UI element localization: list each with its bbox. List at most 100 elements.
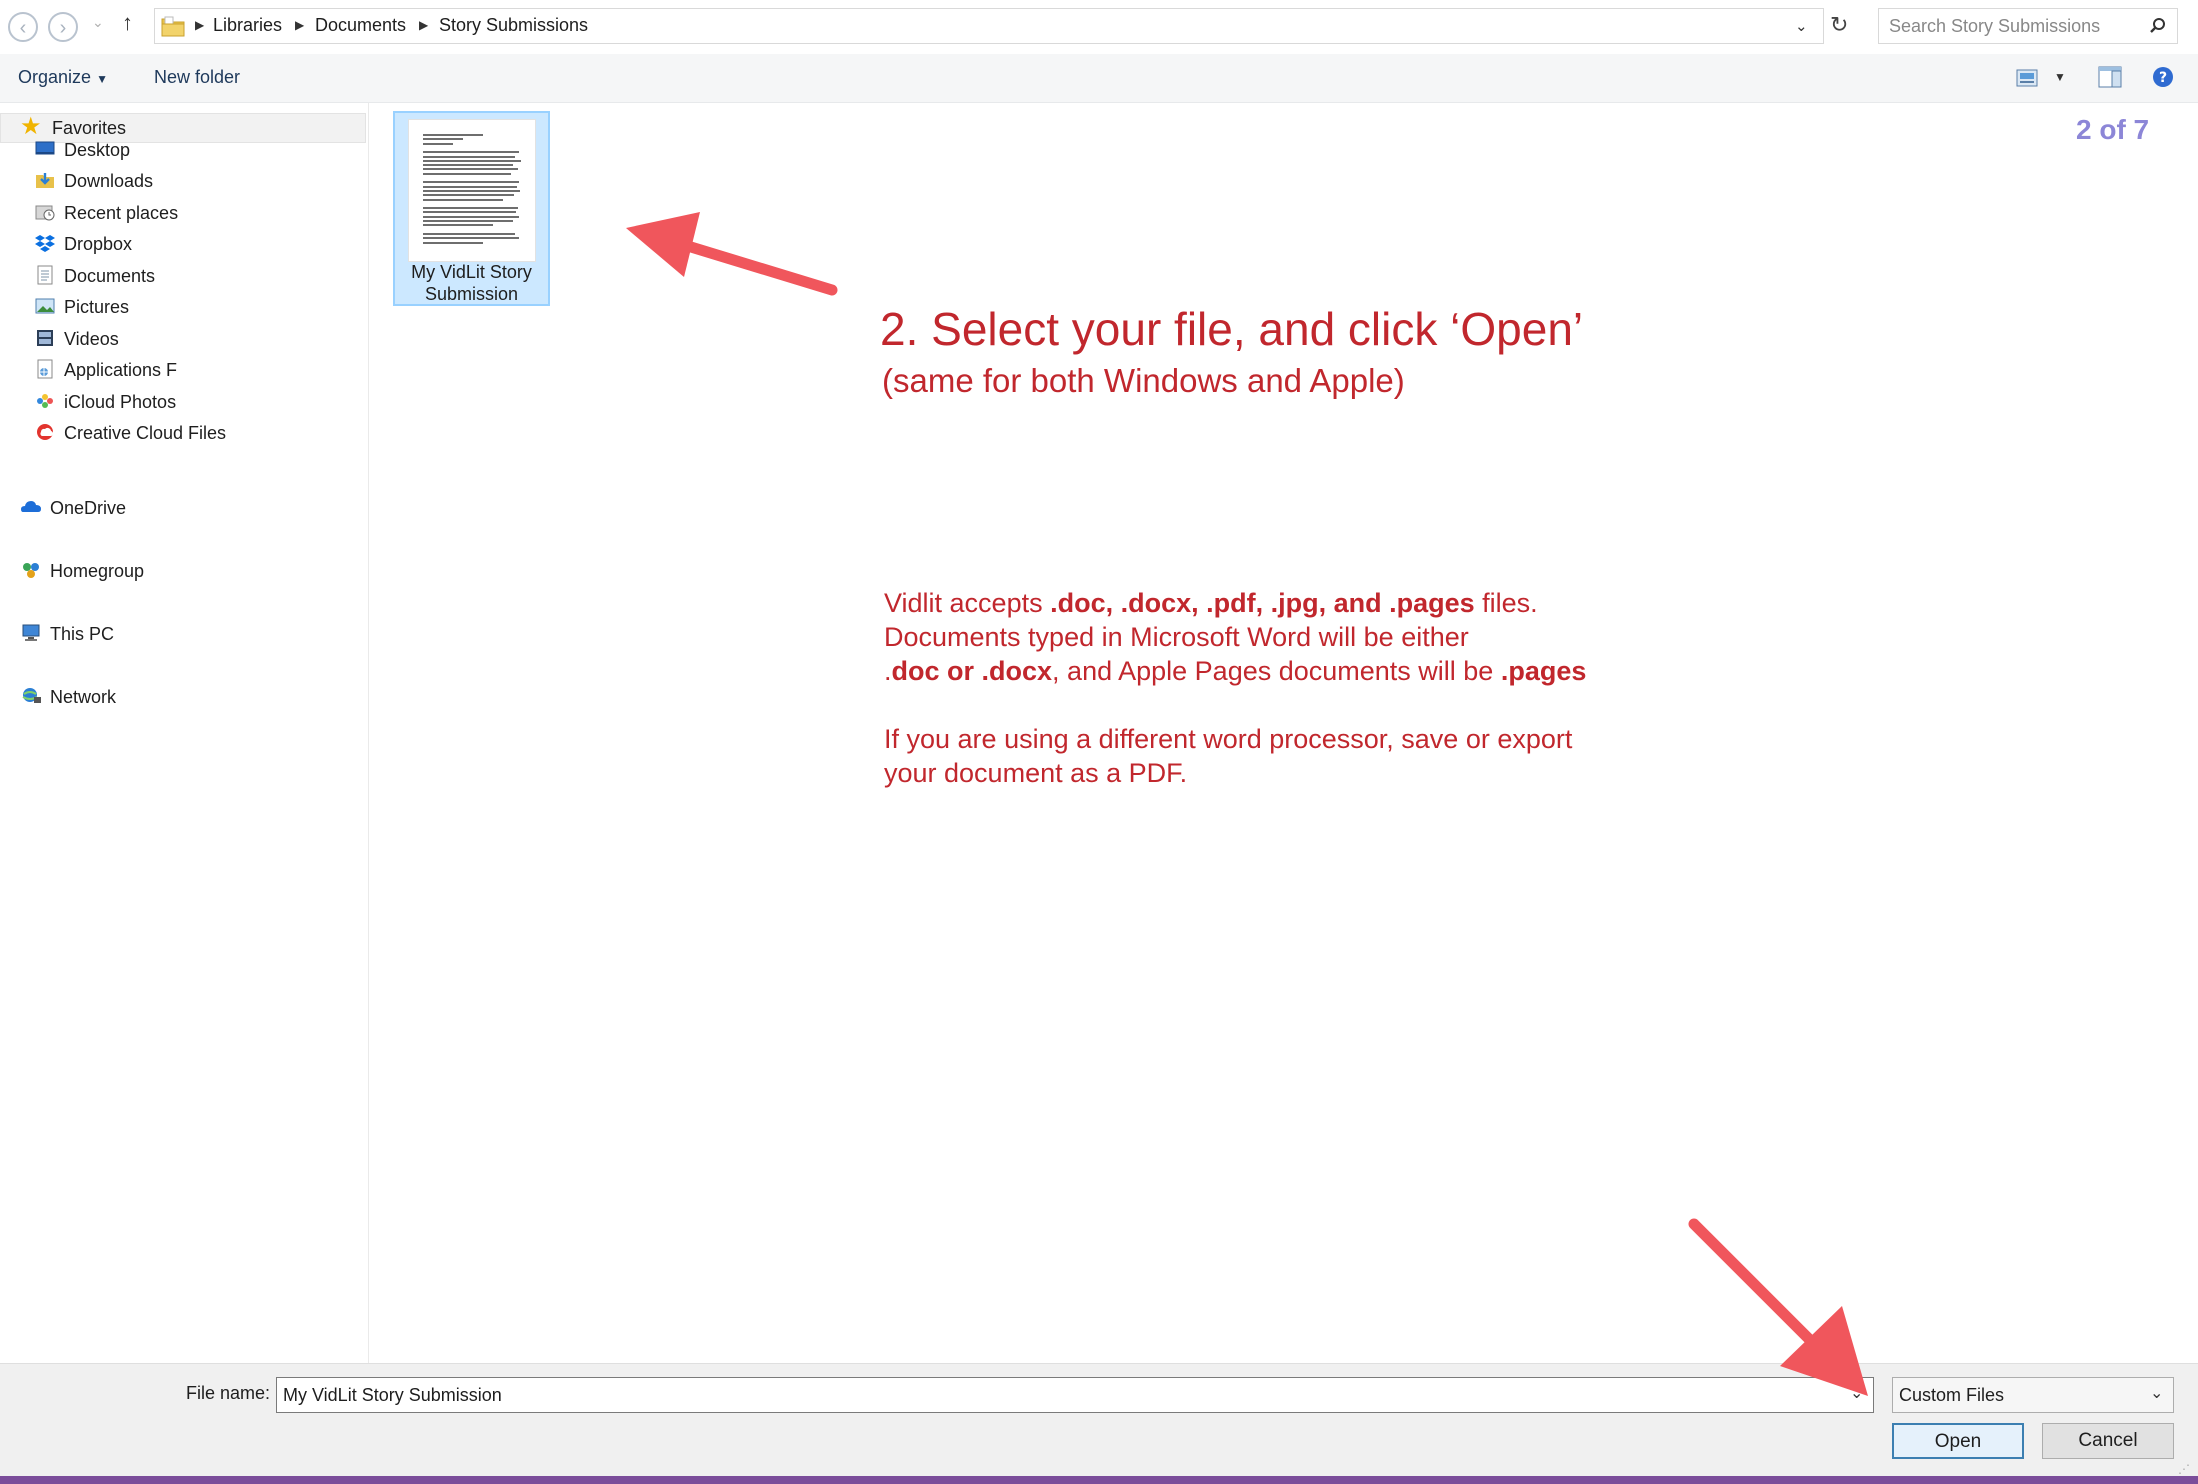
accepted-formats-line: Vidlit accepts .doc, .docx, .pdf, .jpg, … xyxy=(884,586,1784,620)
file-name-input[interactable]: My VidLit Story Submission xyxy=(276,1377,1874,1413)
sidebar-item-dropbox[interactable]: Dropbox xyxy=(34,229,132,259)
thumbnail-text-line xyxy=(423,155,515,158)
thumbnail-text-line xyxy=(423,168,518,171)
thumbnail-text-line xyxy=(423,151,519,154)
other-processor-line: If you are using a different word proces… xyxy=(884,724,1573,754)
open-button[interactable]: Open xyxy=(1892,1423,2024,1459)
text-run: Vidlit accepts xyxy=(884,588,1051,618)
sidebar-item-icloud-photos[interactable]: iCloud Photos xyxy=(34,387,176,417)
dropdown-caret-icon: ▼ xyxy=(96,72,108,86)
search-input[interactable]: Search Story Submissions xyxy=(1889,16,2100,37)
this-pc-icon xyxy=(22,624,40,642)
arrow-to-file-icon xyxy=(626,212,838,296)
up-button[interactable]: ↑ xyxy=(122,10,133,36)
sidebar-item-homegroup[interactable]: Homegroup xyxy=(20,556,144,586)
word-docs-line: Documents typed in Microsoft Word will b… xyxy=(884,622,1469,652)
breadcrumb-libraries[interactable]: Libraries xyxy=(213,15,282,36)
breadcrumb-documents[interactable]: Documents xyxy=(315,15,406,36)
file-type-select[interactable]: Custom Files xyxy=(1892,1377,2174,1413)
resize-grip-icon[interactable]: ⋰ xyxy=(2178,1462,2190,1476)
breadcrumb-separator: ▶ xyxy=(419,18,429,32)
instruction-title: 2. Select your file, and click ‘Open’ xyxy=(880,303,1584,355)
address-history-chevron-icon[interactable]: ⌄ xyxy=(1795,17,1808,35)
breadcrumb-story-submissions[interactable]: Story Submissions xyxy=(439,15,588,36)
file-name-line: Submission xyxy=(424,284,519,304)
file-name-dropdown-icon[interactable]: ⌄ xyxy=(1850,1383,1863,1403)
creative-cloud-icon xyxy=(37,424,54,441)
cancel-button[interactable]: Cancel xyxy=(2042,1423,2174,1459)
text-run: . xyxy=(884,656,892,686)
breadcrumb[interactable]: ▶ Libraries ▶ Documents ▶ Story Submissi… xyxy=(154,8,1824,44)
file-name-label: File name: xyxy=(186,1383,271,1403)
back-arrow-icon: ‹ xyxy=(19,17,27,39)
recent-locations-dropdown[interactable]: ⌄ xyxy=(92,14,104,31)
sidebar-item-downloads[interactable]: Downloads xyxy=(34,166,153,196)
thumbnail-text-line xyxy=(423,189,520,192)
breadcrumb-separator: ▶ xyxy=(295,18,305,32)
sidebar-item-documents[interactable]: Documents xyxy=(34,261,155,291)
sidebar-item-label: Desktop xyxy=(64,140,131,160)
videos-icon xyxy=(37,330,53,347)
thumbnail-text-line xyxy=(423,134,483,136)
thumbnail-text-line xyxy=(423,215,519,218)
text-run: files. xyxy=(1474,588,1538,618)
help-icon[interactable]: ? xyxy=(2152,66,2174,88)
back-button[interactable]: ‹ xyxy=(8,12,38,42)
sidebar-item-label: This PC xyxy=(50,624,115,644)
sidebar-item-applications-f[interactable]: Applications F xyxy=(34,355,177,385)
new-folder-button[interactable]: New folder xyxy=(154,67,240,88)
sidebar-item-pictures[interactable]: Pictures xyxy=(34,292,129,322)
sidebar-item-label: Videos xyxy=(64,329,119,349)
thumbnail-text-line xyxy=(423,142,453,145)
file-tile-selected[interactable]: My VidLit Story Submission xyxy=(393,111,550,306)
thumbnail-text-line xyxy=(423,224,493,227)
thumbnail-text-line xyxy=(423,159,521,162)
thumbnail-text-line xyxy=(423,194,514,197)
recent-places-icon xyxy=(35,205,55,221)
organize-label: Organize xyxy=(18,67,92,87)
preview-pane-icon[interactable] xyxy=(2098,66,2122,88)
thumbnail-text-line xyxy=(423,164,513,167)
pictures-icon xyxy=(35,298,55,314)
command-bar: Organize ▼ New folder ▼ ? xyxy=(0,54,2198,103)
thumbnail-text-line xyxy=(423,198,503,201)
step-counter: 2 of 7 xyxy=(2076,114,2150,145)
address-bar: ‹ › ⌄ ↑ ▶ Libraries ▶ Documents ▶ Story … xyxy=(0,0,2198,54)
sidebar-item-creative-cloud-files[interactable]: Creative Cloud Files xyxy=(34,418,226,448)
sidebar-item-videos[interactable]: Videos xyxy=(34,324,119,354)
forward-arrow-icon: › xyxy=(59,17,67,39)
thumbnail-text-line xyxy=(423,181,519,184)
file-name-label: My VidLit Story Submission xyxy=(395,261,548,305)
sidebar-item-label: Downloads xyxy=(64,171,154,191)
pages-format: .pages xyxy=(1500,656,1587,686)
sidebar-item-desktop[interactable]: Desktop xyxy=(34,135,130,165)
document-thumbnail xyxy=(408,119,536,262)
search-box[interactable]: Search Story Submissions xyxy=(1878,8,2178,44)
search-icon[interactable] xyxy=(2149,17,2167,35)
sidebar-item-recent-places[interactable]: Recent places xyxy=(34,198,178,228)
thumbnail-text-line xyxy=(423,207,518,210)
export-pdf-line: your document as a PDF. xyxy=(884,758,1188,788)
homegroup-icon xyxy=(23,563,39,579)
view-options-caret-icon[interactable]: ▼ xyxy=(2054,70,2066,84)
file-type-dropdown-icon[interactable]: ⌄ xyxy=(2150,1383,2163,1403)
sidebar-item-onedrive[interactable]: OneDrive xyxy=(20,493,126,523)
word-formats: doc or .docx xyxy=(891,656,1053,686)
desktop-icon xyxy=(35,141,55,155)
organize-menu[interactable]: Organize ▼ xyxy=(18,67,108,88)
word-pages-line: .doc or .docx, and Apple Pages documents… xyxy=(884,654,1784,688)
sidebar-item-label: OneDrive xyxy=(50,498,127,518)
network-icon xyxy=(22,688,41,704)
accepted-formats: .doc, .docx, .pdf, .jpg, and .pages xyxy=(1050,588,1475,618)
sidebar-item-this-pc[interactable]: This PC xyxy=(20,619,114,649)
icloud-photos-icon xyxy=(37,394,53,409)
change-view-icon[interactable] xyxy=(2016,68,2038,88)
thumbnail-text-line xyxy=(423,172,511,175)
refresh-icon[interactable]: ↻ xyxy=(1830,12,1848,38)
navigation-pane: ★ Favorites OneDrive Homegroup This PC Ne… xyxy=(0,103,369,1363)
forward-button[interactable]: › xyxy=(48,12,78,42)
onedrive-icon xyxy=(21,501,41,513)
dropbox-icon xyxy=(35,235,55,253)
sidebar-item-network[interactable]: Network xyxy=(20,682,116,712)
